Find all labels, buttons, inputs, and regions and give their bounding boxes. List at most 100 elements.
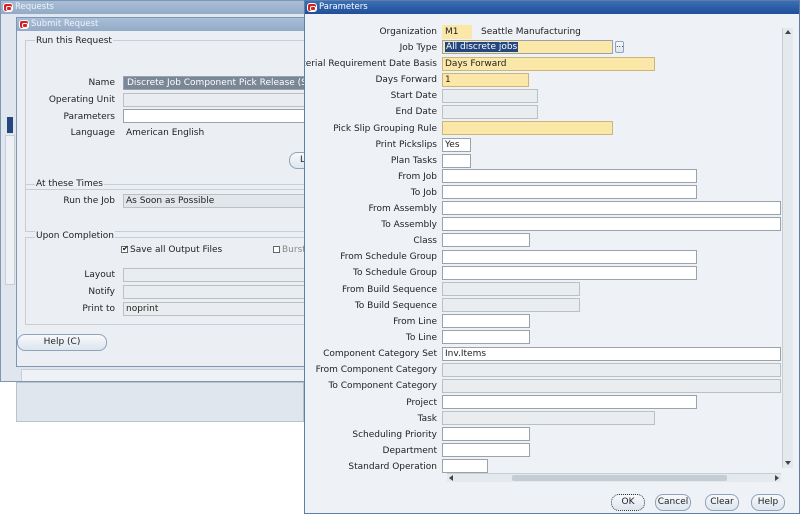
scheduling-priority-field[interactable] [442,427,530,441]
language-label: Language [70,128,115,138]
to-build-sequence-field[interactable] [442,298,580,312]
save-output-label: Save all Output Files [130,245,223,255]
from-assembly-field[interactable] [442,201,781,215]
burst-checkbox[interactable]: Burst [273,245,306,255]
start-date-label: Start Date [390,91,437,101]
to-build-sequence-label: To Build Sequence [354,301,437,311]
from-assembly-label: From Assembly [368,204,437,214]
requests-left-column [5,135,15,285]
pick-slip-grouping-rule-label: Pick Slip Grouping Rule [333,124,437,134]
end-date-field[interactable] [442,105,538,119]
layout-field[interactable] [123,268,311,282]
job-type-field[interactable]: All discrete jobs [442,40,613,54]
scroll-right-arrow-icon[interactable] [775,475,779,481]
scroll-left-arrow-icon[interactable] [449,475,453,481]
from-build-sequence-label: From Build Sequence [341,285,437,295]
vertical-scrollbar[interactable] [782,28,793,468]
days-forward-field[interactable]: 1 [442,73,529,87]
to-schedule-group-label: To Schedule Group [353,268,437,278]
parameters-title: Parameters [319,2,368,12]
scroll-up-arrow-icon[interactable] [785,30,791,34]
operating-unit-field[interactable] [123,93,311,107]
submit-request-title: Submit Request [31,19,99,29]
parameters-label: Parameters [63,112,115,122]
upon-completion-title: Upon Completion [35,231,115,241]
component-category-set-field[interactable]: Inv.Items [442,347,781,361]
to-job-label: To Job [410,188,437,198]
at-these-times-group [25,184,311,232]
print-pickslips-label: Print Pickslips [375,140,437,150]
layout-label: Layout [84,270,115,280]
start-date-field[interactable] [442,89,538,103]
plan-tasks-label: Plan Tasks [390,156,437,166]
organization-name: Seattle Manufacturing [481,27,581,37]
pick-slip-grouping-rule-field[interactable] [442,121,613,135]
organization-code: M1 [442,25,472,39]
name-value: Discrete Job Component Pick Release (SRS… [127,78,312,88]
parameters-title-bar[interactable]: Parameters [305,1,799,14]
task-label: Task [417,414,437,424]
job-type-lov-button[interactable]: ... [615,41,624,53]
run-request-title: Run this Request [35,36,113,46]
name-label: Name [88,78,115,88]
project-field[interactable] [442,395,697,409]
days-forward-label: Days Forward [375,75,437,85]
material-req-date-basis-field[interactable]: Days Forward [442,57,655,71]
to-schedule-group-field[interactable] [442,266,697,280]
to-assembly-field[interactable] [442,217,781,231]
operating-unit-label: Operating Unit [48,95,115,105]
cancel-button[interactable]: Cancel [655,494,691,511]
from-schedule-group-field[interactable] [442,250,697,264]
standard-operation-field[interactable] [442,459,488,473]
plan-tasks-field[interactable] [442,154,471,168]
requests-left-marker [7,117,13,133]
notify-field[interactable] [123,285,311,299]
organization-label: Organization [379,27,437,37]
oracle-app-icon [3,3,13,12]
at-these-times-title: At these Times [35,179,104,189]
ok-button[interactable]: OK [611,494,645,511]
requests-lower-panel [16,382,304,422]
requests-title-bar[interactable]: Requests [1,1,311,14]
language-value: American English [126,128,205,138]
print-to-label: Print to [82,304,115,314]
clear-button[interactable]: Clear [705,494,739,511]
from-component-category-field[interactable] [442,363,781,377]
scheduling-priority-label: Scheduling Priority [352,430,437,440]
help-button[interactable]: Help (C) [17,334,107,351]
parameters-field[interactable] [123,109,311,123]
submit-request-window: Submit Request Run this Request Name Dis… [16,17,312,367]
material-req-date-basis-label: Material Requirement Date Basis [305,59,437,69]
to-assembly-label: To Assembly [381,220,437,230]
run-job-field[interactable]: As Soon as Possible [123,194,311,208]
params-help-button[interactable]: Help [751,494,785,511]
to-job-field[interactable] [442,185,697,199]
scroll-down-arrow-icon[interactable] [785,461,791,465]
task-field[interactable] [442,411,655,425]
print-pickslips-field[interactable]: Yes [442,138,471,152]
horizontal-scrollbar[interactable] [447,473,781,482]
to-line-field[interactable] [442,330,530,344]
from-line-label: From Line [393,317,437,327]
to-component-category-field[interactable] [442,379,781,393]
save-output-checkbox[interactable]: ✔ Save all Output Files [121,244,223,255]
department-field[interactable] [442,443,530,457]
submit-request-title-bar[interactable]: Submit Request [17,18,311,31]
class-field[interactable] [442,233,530,247]
oracle-app-icon [19,20,29,29]
scroll-thumb[interactable] [512,475,727,481]
class-label: Class [413,236,437,246]
parameters-window: Parameters Organization M1 Seattle Manuf… [304,0,800,514]
run-job-label: Run the Job [63,196,115,206]
from-build-sequence-field[interactable] [442,282,580,296]
requests-lower-box [21,369,311,381]
job-type-label: Job Type [399,43,437,53]
from-job-label: From Job [397,172,437,182]
end-date-label: End Date [395,107,437,117]
print-to-field[interactable]: noprint [123,302,311,316]
from-job-field[interactable] [442,169,697,183]
name-field[interactable]: Discrete Job Component Pick Release (SRS… [123,76,312,90]
to-line-label: To Line [405,333,437,343]
notify-label: Notify [88,287,115,297]
from-line-field[interactable] [442,314,530,328]
